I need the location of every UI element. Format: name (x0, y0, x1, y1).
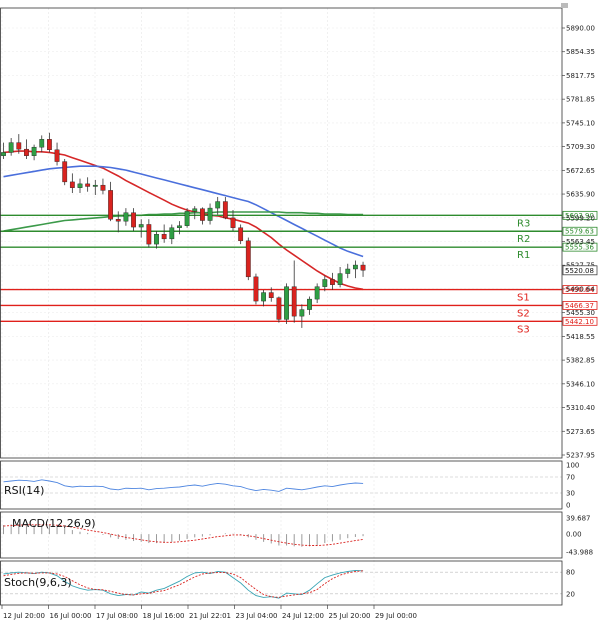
candle-body (276, 297, 282, 320)
candle-body (268, 292, 274, 299)
price-tick-label: 5490.64 (566, 285, 595, 293)
rsi-tick-label: 30 (566, 490, 575, 498)
candle-body (85, 183, 91, 187)
candle-body (16, 142, 22, 150)
price-tick-label: 5709.30 (566, 143, 595, 151)
candle-body (115, 219, 121, 222)
candle-body (284, 286, 289, 320)
candle-body (192, 208, 198, 212)
candle-body (307, 298, 312, 310)
price-tick-label: 5672.65 (566, 167, 595, 175)
candle-body (47, 139, 52, 151)
candle-body (253, 276, 259, 302)
level-label-r3: R3 (517, 218, 530, 229)
price-tick-label: 5599.20 (566, 214, 595, 222)
candle-body (1, 152, 6, 156)
level-label-r2: R2 (517, 234, 530, 245)
candle-body (199, 208, 205, 221)
candle-body (100, 184, 106, 191)
candle-body (39, 139, 45, 148)
chart-canvas: R35603.90R25579.63R15555.36S15490.64S254… (0, 0, 600, 622)
stoch-tick-label: 80 (566, 569, 575, 577)
candle-body (123, 212, 129, 222)
macd-tick-label: 0.00 (566, 531, 582, 539)
price-tick-label: 5635.90 (566, 191, 595, 199)
price-tick-label: 5781.85 (566, 96, 595, 104)
candle-body (108, 190, 114, 220)
candle-body (184, 211, 190, 226)
macd-tick-label: 39.687 (566, 515, 591, 523)
candle-body (54, 149, 60, 162)
candle-body (261, 292, 266, 302)
time-tick-label: 16 Jul 00:00 (50, 612, 92, 620)
level-price-tag-text: 5579.63 (565, 228, 594, 236)
level-label-s2: S2 (517, 308, 530, 319)
time-tick-label: 18 Jul 16:00 (143, 612, 185, 620)
time-tick-label: 29 Jul 00:00 (375, 612, 417, 620)
price-tick-label: 5817.75 (566, 72, 595, 80)
price-tick-label: 5455.30 (566, 309, 595, 317)
candle-body (69, 181, 75, 188)
candle-body (353, 264, 358, 270)
candle-body (245, 240, 251, 278)
candle-body (345, 268, 351, 274)
candle-body (161, 234, 167, 240)
candle-body (291, 286, 297, 317)
current-price-text: 5520.08 (565, 267, 594, 275)
candle-body (92, 184, 98, 187)
price-tick-label: 5237.95 (566, 452, 595, 460)
price-tick-label: 5418.55 (566, 333, 595, 341)
price-tick-label: 5890.00 (566, 25, 595, 33)
rsi-tick-label: 0 (566, 502, 570, 510)
candle-body (322, 279, 328, 287)
rsi-tick-label: 70 (566, 474, 575, 482)
rsi-tick-label: 100 (566, 462, 579, 470)
candle-body (138, 224, 144, 228)
time-tick-label: 24 Jul 12:00 (282, 612, 324, 620)
time-tick-label: 17 Jul 08:00 (96, 612, 138, 620)
price-tick-label: 5382.85 (566, 357, 595, 365)
scroll-marker (561, 3, 568, 8)
candle-body (360, 264, 366, 271)
candle-body (330, 279, 335, 285)
candle-body (207, 207, 213, 221)
price-tick-label: 5854.35 (566, 48, 595, 56)
rsi-label: RSI(14) (4, 484, 44, 497)
candle-body (230, 217, 236, 228)
level-price-tag-text: 5442.10 (565, 318, 594, 326)
time-tick-label: 12 Jul 20:00 (3, 612, 45, 620)
candle-body (62, 161, 68, 183)
candle-body (337, 273, 343, 285)
time-tick-label: 21 Jul 22:01 (189, 612, 231, 620)
candle-body (131, 212, 136, 228)
candle-body (177, 225, 182, 228)
macd-label: MACD(12,26,9) (12, 517, 96, 530)
stoch-label: Stoch(9,6,3) (4, 576, 72, 589)
price-tick-label: 5273.65 (566, 428, 595, 436)
candle-body (146, 224, 152, 245)
time-tick-label: 25 Jul 20:00 (329, 612, 371, 620)
candle-body (24, 148, 29, 156)
macd-tick-label: -43.988 (566, 549, 593, 557)
candle-body (314, 286, 320, 300)
candle-body (169, 227, 175, 240)
price-tick-label: 5310.40 (566, 404, 595, 412)
candle-body (154, 234, 159, 245)
level-label-s1: S1 (517, 293, 530, 304)
candle-body (238, 227, 244, 242)
candle-body (8, 142, 14, 153)
price-tick-label: 5745.10 (566, 119, 595, 127)
level-label-s3: S3 (517, 324, 530, 335)
time-tick-label: 23 Jul 04:00 (236, 612, 278, 620)
price-tick-label: 5346.10 (566, 380, 595, 388)
candle-body (31, 146, 37, 156)
candle-body (215, 201, 221, 209)
price-tick-label: 5563.45 (566, 238, 595, 246)
candle-body (299, 309, 305, 317)
level-label-r1: R1 (517, 250, 530, 261)
stoch-tick-label: 20 (566, 590, 575, 598)
candle-body (222, 201, 228, 219)
candle-body (77, 183, 83, 188)
